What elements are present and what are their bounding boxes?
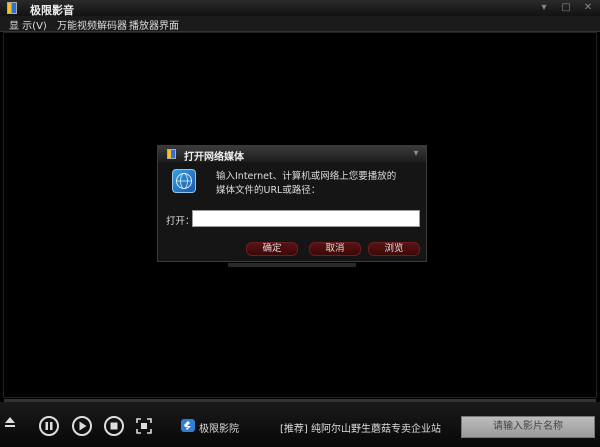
fullscreen-icon[interactable]: [136, 418, 152, 434]
play-icon: [79, 421, 87, 431]
open-url-dialog: 打开网络媒体 ▾ 输入Internet、计算机或网络上您要播放的 媒体文件的UR…: [157, 145, 427, 262]
dialog-message: 输入Internet、计算机或网络上您要播放的 媒体文件的URL或路径：: [216, 170, 396, 198]
menu-display[interactable]: 显 示(V): [9, 17, 47, 32]
close-icon[interactable]: ▾: [411, 149, 421, 159]
dialog-title: 打开网络媒体: [184, 152, 244, 163]
cancel-button[interactable]: 取消: [309, 242, 361, 256]
promo-link[interactable]: [推荐] 纯阿尔山野生蘑菇专卖企业站: [280, 420, 441, 435]
movie-search-input[interactable]: 请输入影片名称: [461, 416, 595, 438]
control-bar: 极限影院 [推荐] 纯阿尔山野生蘑菇专卖企业站 请输入影片名称: [0, 402, 600, 447]
play-button[interactable]: [72, 416, 92, 436]
browse-button[interactable]: 浏览: [368, 242, 420, 256]
pause-button[interactable]: [39, 416, 59, 436]
menu-bar: 显 示(V) 万能视频解码器 播放器界面: [0, 16, 600, 32]
ok-button[interactable]: 确定: [246, 242, 298, 256]
open-label: 打开：: [166, 216, 195, 227]
close-icon[interactable]: ✕: [582, 2, 594, 14]
menu-player-skin[interactable]: 播放器界面: [129, 17, 179, 32]
eject-icon[interactable]: [4, 416, 16, 428]
dialog-message-line2: 媒体文件的URL或路径：: [216, 185, 321, 196]
pause-icon: [45, 422, 53, 430]
title-bar: 极限影音 ▾ □ ✕: [0, 0, 600, 17]
maximize-icon[interactable]: □: [560, 2, 572, 14]
menu-video-decoder[interactable]: 万能视频解码器: [57, 17, 127, 32]
window-controls: ▾ □ ✕: [538, 2, 594, 14]
dialog-title-bar: 打开网络媒体 ▾: [158, 146, 426, 163]
app-logo-icon: [7, 2, 17, 14]
stop-button[interactable]: [104, 416, 124, 436]
minimize-icon[interactable]: ▾: [538, 2, 550, 14]
brand-link[interactable]: 极限影院: [199, 420, 239, 435]
brand-logo-icon[interactable]: [181, 419, 195, 432]
globe-icon: [172, 169, 196, 193]
app-logo-icon: [167, 149, 176, 159]
url-input[interactable]: [192, 210, 420, 227]
dialog-shadow: [228, 263, 356, 267]
stop-icon: [110, 422, 118, 430]
dialog-message-line1: 输入Internet、计算机或网络上您要播放的: [216, 171, 397, 182]
